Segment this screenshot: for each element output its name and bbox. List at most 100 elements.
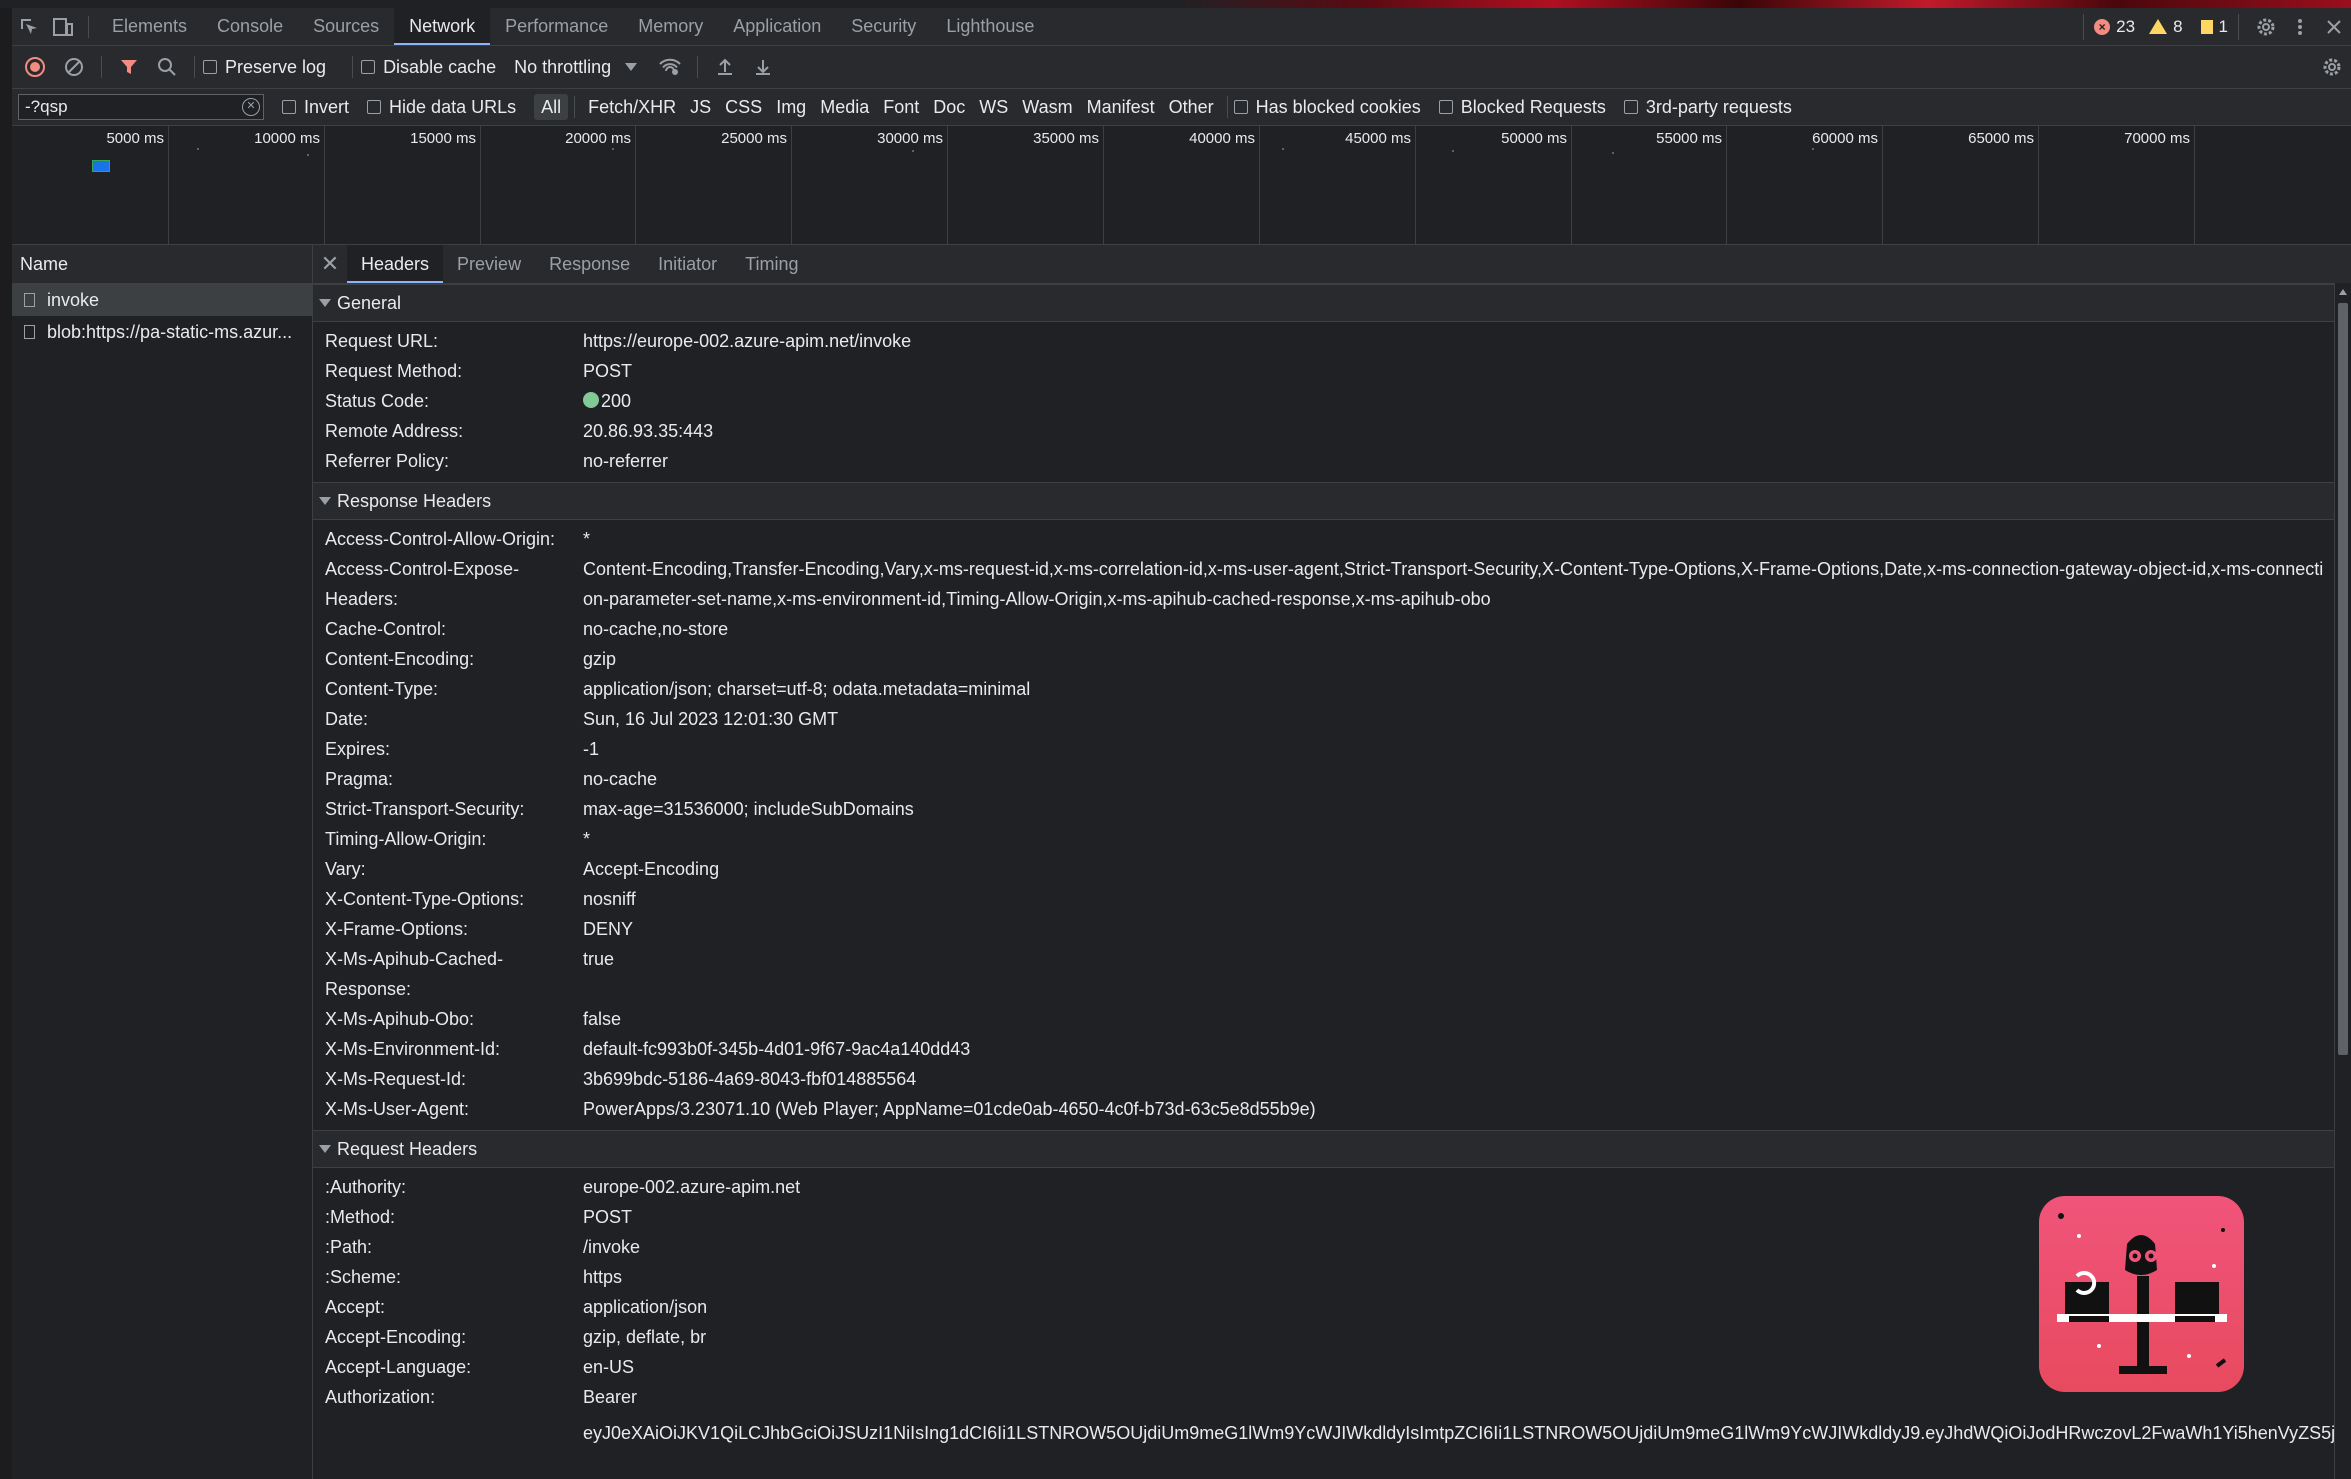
- tab-elements[interactable]: Elements: [97, 8, 202, 45]
- header-value: *: [583, 829, 591, 849]
- error-icon: ×: [2094, 18, 2111, 35]
- details-tab-timing[interactable]: Timing: [731, 245, 812, 283]
- network-conditions-icon[interactable]: [651, 52, 689, 82]
- mascot-figure-icon: [2057, 1213, 2227, 1374]
- header-row: Timing-Allow-Origin: *: [313, 824, 2351, 854]
- separator: [352, 56, 354, 78]
- filter-type-doc[interactable]: Doc: [926, 94, 972, 120]
- filter-type-wasm[interactable]: Wasm: [1015, 94, 1079, 120]
- header-value: 200: [583, 386, 2351, 416]
- request-headers-title: Request Headers: [337, 1139, 478, 1159]
- scrollbar-thumb[interactable]: [2338, 303, 2348, 1055]
- filter-type-other[interactable]: Other: [1162, 94, 1221, 120]
- close-details-icon[interactable]: ✕: [313, 251, 347, 277]
- details-scrollbar[interactable]: [2334, 283, 2351, 1479]
- device-toolbar-icon[interactable]: [46, 12, 80, 42]
- tab-application[interactable]: Application: [718, 8, 836, 45]
- details-tab-response[interactable]: Response: [535, 245, 644, 283]
- request-row[interactable]: blob:https://pa-static-ms.azur...: [12, 316, 312, 348]
- throttling-value: No throttling: [514, 56, 612, 77]
- panel-tabs: Elements Console Sources Network Performance…: [97, 8, 1049, 45]
- filter-input[interactable]: -?qsp ✕: [18, 94, 264, 120]
- tab-sources[interactable]: Sources: [298, 8, 394, 45]
- network-toolbar: Preserve log Disable cache No throttling: [12, 46, 2351, 89]
- authorization-token-line: eyJ0eXAiOiJKV1QiLCJhbGciOiJSUzI1NiIsIng1…: [313, 1418, 2351, 1448]
- disable-cache-checkbox[interactable]: Disable cache: [361, 57, 496, 78]
- response-headers-section-header[interactable]: Response Headers: [313, 482, 2351, 520]
- header-value: POST: [583, 361, 633, 381]
- preserve-log-checkbox[interactable]: Preserve log: [203, 57, 326, 78]
- header-row: Strict-Transport-Security: max-age=315360…: [313, 794, 2351, 824]
- header-value: gzip: [583, 649, 617, 669]
- tab-console[interactable]: Console: [202, 8, 298, 45]
- filter-type-all[interactable]: All: [534, 94, 569, 120]
- details-tab-preview[interactable]: Preview: [443, 245, 535, 283]
- filter-type-ws[interactable]: WS: [972, 94, 1015, 120]
- general-section-header[interactable]: General: [313, 284, 2351, 322]
- request-list: Name invoke blob:https://pa-static-ms.azu…: [12, 245, 313, 1479]
- stop-recording-icon[interactable]: [25, 57, 45, 77]
- header-row: Pragma: no-cache: [313, 764, 2351, 794]
- more-options-icon[interactable]: [2283, 12, 2317, 42]
- close-devtools-icon[interactable]: [2317, 12, 2351, 42]
- blocked-requests-checkbox[interactable]: Blocked Requests: [1438, 97, 1606, 118]
- tab-network[interactable]: Network: [394, 8, 491, 45]
- filter-type-fetch-xhr[interactable]: Fetch/XHR: [581, 94, 683, 120]
- mascot-sticker: [2039, 1196, 2244, 1392]
- filter-type-manifest[interactable]: Manifest: [1080, 94, 1162, 120]
- network-settings-gear-icon[interactable]: [2313, 52, 2351, 82]
- clear-filter-icon[interactable]: ✕: [242, 98, 260, 116]
- header-key-spacer: [313, 1418, 583, 1448]
- header-value: no-referrer: [583, 451, 669, 471]
- clear-log-icon[interactable]: [55, 52, 93, 82]
- hide-data-urls-checkbox[interactable]: Hide data URLs: [367, 97, 516, 118]
- window-top-strip: [0, 0, 2351, 8]
- throttling-select[interactable]: No throttling: [514, 56, 638, 78]
- timeline-tick-label: 70000 ms: [2124, 130, 2190, 147]
- request-row[interactable]: invoke: [12, 284, 312, 316]
- settings-gear-icon[interactable]: [2249, 12, 2283, 42]
- timeline-request-marker: [197, 148, 199, 150]
- header-name: X-Ms-Apihub-Obo:: [325, 1009, 475, 1029]
- general-section-title: General: [337, 293, 402, 313]
- header-name: Date:: [325, 709, 369, 729]
- header-name: Request Method:: [325, 361, 463, 381]
- search-icon[interactable]: [148, 52, 186, 82]
- has-blocked-cookies-checkbox[interactable]: Has blocked cookies: [1233, 97, 1421, 118]
- header-row: X-Ms-User-Agent: PowerApps/3.23071.10 (We…: [313, 1094, 2351, 1124]
- name-column-header[interactable]: Name: [12, 245, 312, 284]
- filter-icon[interactable]: [110, 52, 148, 82]
- tab-security[interactable]: Security: [836, 8, 931, 45]
- issues-counter[interactable]: × 23 8 1: [2083, 13, 2239, 40]
- timeline-gridline: 70000 ms: [12, 126, 2195, 244]
- request-headers-section-header[interactable]: Request Headers: [313, 1130, 2351, 1168]
- filter-type-img[interactable]: Img: [769, 94, 813, 120]
- timeline-overview[interactable]: 5000 ms 10000 ms 15000 ms 20000 ms 25000 ms 3…: [12, 126, 2351, 245]
- filter-type-css[interactable]: CSS: [718, 94, 769, 120]
- status-code-value: 200: [601, 391, 632, 411]
- inspect-element-icon[interactable]: [12, 12, 46, 42]
- filter-type-js[interactable]: JS: [683, 94, 718, 120]
- scroll-up-arrow-icon[interactable]: [2339, 289, 2347, 295]
- import-har-icon[interactable]: [706, 52, 744, 82]
- header-row: Remote Address: 20.86.93.35:443: [313, 416, 2351, 446]
- header-value: Accept-Encoding: [583, 859, 720, 879]
- tab-performance[interactable]: Performance: [490, 8, 623, 45]
- details-tab-initiator[interactable]: Initiator: [644, 245, 731, 283]
- header-name: Accept-Language:: [325, 1357, 472, 1377]
- header-row: Cache-Control: no-cache,no-store: [313, 614, 2351, 644]
- tab-memory[interactable]: Memory: [623, 8, 718, 45]
- filter-type-media[interactable]: Media: [813, 94, 876, 120]
- third-party-requests-checkbox[interactable]: 3rd-party requests: [1623, 97, 1792, 118]
- filter-type-font[interactable]: Font: [876, 94, 926, 120]
- header-name: Accept:: [325, 1297, 386, 1317]
- invert-checkbox[interactable]: Invert: [282, 97, 349, 118]
- timeline-request-marker: [1282, 148, 1284, 150]
- details-tab-headers[interactable]: Headers: [347, 245, 444, 283]
- header-value: false: [583, 1009, 622, 1029]
- header-row: X-Frame-Options: DENY: [313, 914, 2351, 944]
- tab-lighthouse[interactable]: Lighthouse: [931, 8, 1049, 45]
- checkbox-box: [203, 60, 217, 74]
- export-har-icon[interactable]: [744, 52, 782, 82]
- top-right-controls: × 23 8 1: [2083, 8, 2351, 45]
